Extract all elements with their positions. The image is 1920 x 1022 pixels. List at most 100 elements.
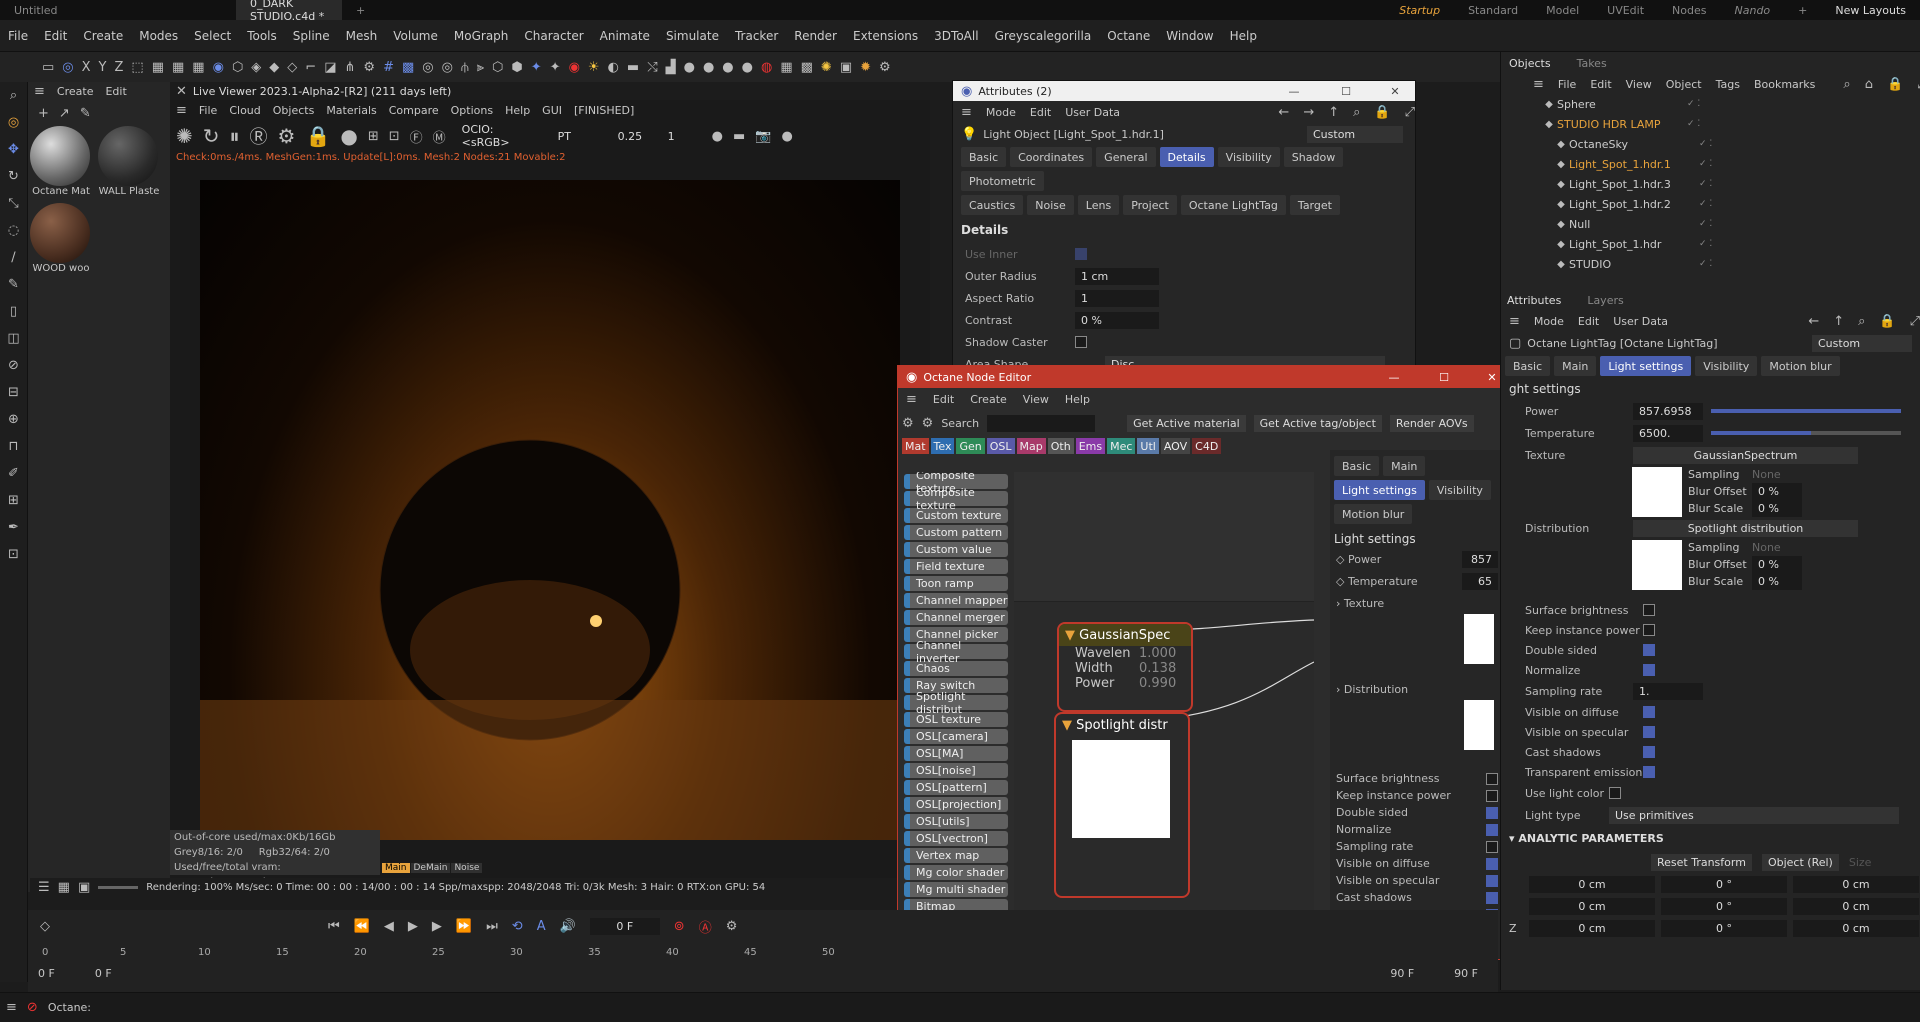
coord-field[interactable]: 0 cm — [1793, 897, 1919, 915]
ne-minimize-icon[interactable]: — — [1372, 371, 1416, 384]
menu-character[interactable]: Character — [516, 29, 591, 43]
ne-power-field[interactable]: 857 — [1462, 550, 1498, 568]
viewer-menu-gui[interactable]: GUI — [542, 104, 562, 117]
menu-3dtoall[interactable]: 3DToAll — [926, 29, 986, 43]
node-list-item[interactable]: Composite texture — [904, 486, 1008, 512]
collapse-arrow-icon[interactable]: ▼ — [1065, 628, 1075, 643]
node-list-item[interactable]: Custom texture — [904, 508, 1008, 523]
obj-menu-object[interactable]: Object — [1666, 78, 1702, 91]
coord-field[interactable]: 0 cm — [1793, 919, 1919, 937]
ne-prop-distribution[interactable]: › Distribution — [1330, 678, 1512, 700]
autokey-icon[interactable]: A — [537, 919, 546, 934]
node-category-utl[interactable]: Utl — [1137, 438, 1159, 454]
keyframe-settings-icon[interactable]: ⚙ — [726, 919, 738, 934]
node-list-item[interactable]: Spotlight distribut — [904, 690, 1008, 716]
node-list-item[interactable]: Toon ramp — [904, 576, 1008, 591]
light-type-select[interactable]: Use primitives — [1609, 806, 1899, 824]
material-wall-plaster[interactable]: WALL Plaste — [98, 126, 160, 197]
ne-tab-motion-blur[interactable]: Motion blur — [1334, 504, 1413, 524]
mat-menu-edit[interactable]: Edit — [105, 85, 126, 98]
spline-pen-icon[interactable]: ⊡ — [8, 547, 19, 562]
node-list-item[interactable]: Custom pattern — [904, 525, 1008, 540]
attr2-tab-basic[interactable]: Basic — [1505, 356, 1551, 376]
doc-tab-dark-studio[interactable]: 0_DARK STUDIO.c4d * — [236, 0, 342, 23]
spotlight-distribution-node[interactable]: ▼ Spotlight distr — [1054, 712, 1190, 898]
node-list-item[interactable]: Channel merger — [904, 610, 1008, 625]
doc-tab-untitled[interactable]: Untitled — [0, 0, 236, 20]
node-list-item[interactable]: OSL[vectron] — [904, 831, 1008, 846]
tab-coordinates[interactable]: Coordinates — [1010, 147, 1093, 167]
attr2-temperature-field[interactable]: 6500. — [1633, 424, 1703, 442]
add-layout-icon[interactable]: + — [1784, 0, 1821, 20]
tab-general[interactable]: General — [1096, 147, 1156, 167]
tab-takes[interactable]: Takes — [1577, 57, 1607, 70]
attr2-menu-edit[interactable]: Edit — [1578, 315, 1599, 328]
menu-greyscalegorilla[interactable]: Greyscalegorilla — [987, 29, 1100, 43]
kernel-select[interactable]: PT — [551, 127, 602, 145]
node-category-mec[interactable]: Mec — [1107, 438, 1136, 454]
aspect-ratio-field[interactable]: 1 — [1075, 289, 1159, 307]
gamma-field[interactable]: 1 — [661, 127, 702, 145]
new-window-icon[interactable]: ⤢ — [1405, 105, 1415, 120]
object-name[interactable]: Sphere — [1557, 98, 1687, 111]
power-slider[interactable] — [1711, 409, 1901, 413]
snap-icon[interactable]: ⋔ — [345, 60, 356, 75]
object-name[interactable]: STUDIO HDR LAMP — [1557, 118, 1687, 131]
ne-prop-checkbox[interactable] — [1486, 772, 1498, 785]
autokeying-icon[interactable]: Ⓐ — [699, 917, 712, 936]
tab-layers[interactable]: Layers — [1587, 294, 1623, 307]
toon-icon[interactable]: ◍ — [761, 60, 772, 75]
x-axis-icon[interactable]: X — [82, 60, 91, 75]
clay-mode-icon[interactable]: ● — [340, 124, 357, 148]
checker-icon[interactable]: ▩ — [801, 60, 813, 75]
mat-menu-create[interactable]: Create — [57, 85, 94, 98]
attr2-search-icon[interactable]: ⌕ — [1858, 314, 1865, 329]
node-list-item[interactable]: Custom value — [904, 542, 1008, 557]
temperature-slider[interactable] — [1711, 431, 1901, 435]
polygons-mode-icon[interactable]: ◆ — [269, 60, 279, 75]
ne-tab-basic[interactable]: Basic — [1334, 456, 1380, 476]
attr2-checkbox[interactable] — [1643, 604, 1655, 616]
vdb-icon[interactable]: ● — [684, 60, 695, 75]
close-viewer-icon[interactable]: ✕ — [176, 84, 187, 99]
snapshot-icon[interactable]: ▬ — [733, 129, 745, 144]
new-layouts-button[interactable]: New Layouts — [1821, 0, 1920, 20]
object-row[interactable]: ◆ Light_Spot_1.hdr.1 ✓ ⁚ — [1541, 154, 1920, 174]
points-mode-icon[interactable]: ⬡ — [232, 60, 243, 75]
blur-scale-field[interactable]: 0 % — [1752, 500, 1802, 517]
coord-field[interactable]: 0 cm — [1793, 875, 1919, 893]
gaussian-spectrum-node[interactable]: ▼ GaussianSpec Wavelen 1.000 Width 0.138 P… — [1057, 622, 1193, 712]
obj-search-icon[interactable]: ⌕ — [1843, 77, 1850, 92]
ne-menu-icon[interactable]: ≡ — [906, 392, 917, 407]
polypen-icon[interactable]: ✒ — [8, 520, 19, 535]
area-light-icon[interactable]: ▬ — [627, 60, 639, 75]
menu-create[interactable]: Create — [75, 29, 131, 43]
attr2-tab-visibility[interactable]: Visibility — [1695, 356, 1758, 376]
use-inner-checkbox[interactable] — [1075, 248, 1087, 260]
node-list-item[interactable]: Mg color shader — [904, 865, 1008, 880]
snap-settings-icon[interactable]: ⚙ — [363, 60, 375, 75]
pause-render-icon[interactable]: ⏸ — [230, 124, 240, 148]
prev-frame-icon[interactable]: ◀ — [384, 919, 394, 934]
preset-select[interactable]: Custom — [1307, 125, 1403, 143]
menu-octane[interactable]: Octane — [1099, 29, 1158, 43]
material-wood[interactable]: WOOD woo — [30, 203, 92, 274]
ne-menu-edit[interactable]: Edit — [933, 393, 954, 406]
menu-volume[interactable]: Volume — [385, 29, 446, 43]
aov-tag-demain[interactable]: DeMain — [410, 862, 451, 873]
search-icon[interactable]: ⌕ — [10, 88, 17, 103]
forward-arrow-icon[interactable]: → — [1303, 105, 1314, 120]
attr2-checkbox[interactable] — [1643, 644, 1655, 656]
ne-prop-checkbox[interactable] — [1486, 874, 1498, 887]
object-row[interactable]: ◆ Light_Spot_1.hdr.3 ✓ ⁚ — [1541, 174, 1920, 194]
ne-tab-light-settings[interactable]: Light settings — [1334, 480, 1425, 500]
node-category-aov[interactable]: AOV — [1160, 438, 1191, 454]
paint-icon[interactable]: ✐ — [8, 466, 19, 481]
record-icon[interactable]: ⊚ — [674, 919, 685, 934]
node-param-value[interactable]: 1.000 — [1139, 646, 1176, 661]
camera-icon[interactable]: ⬢ — [511, 60, 522, 75]
use-light-color-checkbox[interactable] — [1609, 787, 1621, 799]
prev-key-icon[interactable]: ⏪ — [354, 919, 370, 934]
obj-menu-bookmarks[interactable]: Bookmarks — [1754, 78, 1815, 91]
settings-gear-icon[interactable]: ⚙ — [879, 60, 891, 75]
